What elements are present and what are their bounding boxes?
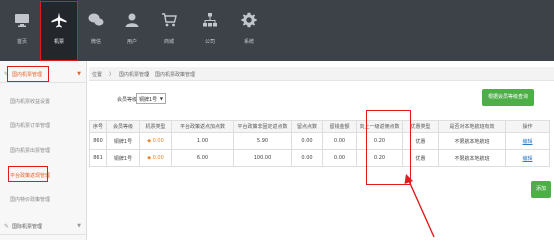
nav-item-user[interactable]: 用户 xyxy=(114,0,150,61)
column-header: 序号 xyxy=(89,120,107,133)
cell-keep-points: 0.00 xyxy=(291,132,323,150)
nav-item-company[interactable]: 公司 xyxy=(192,0,228,61)
select-value: 铜牌1号 xyxy=(139,97,158,103)
column-header: 留点点数 xyxy=(291,120,323,133)
nav-item-system[interactable]: 系统 xyxy=(231,0,267,61)
nav-label: 用户 xyxy=(126,39,137,45)
column-header: 平台政策返点加点数 xyxy=(171,120,234,133)
user-icon xyxy=(124,12,140,28)
nav-label: 首页 xyxy=(16,39,27,45)
cell-keep-points: 0.00 xyxy=(291,149,323,167)
nav-label: 微信 xyxy=(90,39,101,45)
cell-keep-money: 0.00 xyxy=(322,132,357,150)
nav-item-home[interactable]: 首页 xyxy=(4,0,40,61)
column-header: 是否对本地航班有效 xyxy=(438,120,506,133)
cell-id: 860 xyxy=(89,132,107,150)
cell-local-flight: 不限航本地航班 xyxy=(438,149,506,167)
annotation-box-group xyxy=(7,66,49,82)
cell-rebate-add: 1.00 xyxy=(171,132,234,150)
add-button[interactable]: 添加 xyxy=(531,181,551,198)
cell-keep-money: 0.00 xyxy=(322,149,357,167)
cell-id: 861 xyxy=(89,149,107,167)
caret-down-icon: ▼ xyxy=(159,96,163,101)
sidebar-group-international[interactable]: ✎ 国际机票管理 ▼ xyxy=(0,217,87,235)
column-header: 操作 xyxy=(505,120,550,133)
nav-item-wechat[interactable]: 微信 xyxy=(78,0,114,61)
query-by-level-button[interactable]: 根据会员等级查询 xyxy=(482,89,534,106)
policy-table: 序号 会员等级 机票类型 平台政策返点加点数 平台政策非固定返点数 留点点数 留… xyxy=(89,120,550,167)
breadcrumb-separator: 〉 xyxy=(109,72,115,78)
breadcrumb-separator: 〉 xyxy=(147,72,153,78)
column-header: 机票类型 xyxy=(139,120,172,133)
cell-member-level: 铜牌1号 xyxy=(106,149,140,167)
gear-icon xyxy=(241,12,257,28)
sidebar-item-ticket-management[interactable]: 国内机票出票管理 xyxy=(10,147,50,154)
wechat-icon xyxy=(88,12,104,28)
top-navigation: 首页 机票 微信 用户 商城 公司 系统 xyxy=(0,0,554,61)
table-row: 861 铜牌1号 ◆ 0.00 6.00 100.00 0.00 0.00 0.… xyxy=(89,149,550,167)
table-header-row: 序号 会员等级 机票类型 平台政策返点加点数 平台政策非固定返点数 留点点数 留… xyxy=(89,120,550,133)
annotation-box-nav xyxy=(40,1,78,61)
table-row: 860 铜牌1号 ◆ 0.00 1.00 5.90 0.00 0.00 0.20… xyxy=(89,132,550,150)
column-header: 留钱金额 xyxy=(322,120,357,133)
breadcrumb-level1[interactable]: 国内机票管理 xyxy=(119,71,149,78)
breadcrumb-home[interactable]: 位置 xyxy=(92,71,102,78)
edit-link[interactable]: 编辑 xyxy=(505,149,550,167)
nav-label: 系统 xyxy=(243,39,254,45)
nav-item-mall[interactable]: 商城 xyxy=(151,0,187,61)
edit-icon: ✎ xyxy=(4,223,10,230)
cell-rebate-nonfixed: 5.90 xyxy=(233,132,292,150)
annotation-box-subitem xyxy=(8,166,48,182)
nav-label: 公司 xyxy=(204,39,215,45)
edit-link[interactable]: 编辑 xyxy=(505,132,550,150)
member-level-label: 会员等级 xyxy=(117,97,138,103)
nav-label: 商城 xyxy=(163,39,174,45)
sidebar-item-special-policy[interactable]: 国内特价政策管理 xyxy=(10,196,50,203)
cart-icon xyxy=(161,12,177,28)
sidebar-item-order-management[interactable]: 国内机票订单管理 xyxy=(10,122,50,129)
cell-rebate-add: 6.00 xyxy=(171,149,234,167)
org-icon xyxy=(202,12,218,28)
monitor-icon xyxy=(14,12,30,28)
cell-rebate-nonfixed: 100.00 xyxy=(233,149,292,167)
chevron-down-icon: ▼ xyxy=(77,71,81,77)
sidebar-item-profit-settings[interactable]: 国内机票收益设置 xyxy=(10,98,50,105)
sidebar-group-label: 国际机票管理 xyxy=(12,224,43,230)
column-header: 会员等级 xyxy=(106,120,140,133)
cell-ticket-type: ◆ 0.00 xyxy=(139,132,172,150)
cell-member-level: 铜牌1号 xyxy=(106,132,140,150)
column-header: 平台政策非固定返点数 xyxy=(233,120,292,133)
chevron-down-icon: ▼ xyxy=(77,223,81,229)
breadcrumb-level2: 国内机票政策管理 xyxy=(155,72,196,78)
cell-ticket-type: ◆ 0.00 xyxy=(139,149,172,167)
cell-local-flight: 不限航本地航班 xyxy=(438,132,506,150)
member-level-select[interactable]: 铜牌1号 ▼ xyxy=(136,93,166,104)
annotation-box-column xyxy=(366,110,411,185)
breadcrumb: 位置 〉 国内机票管理 〉 国内机票政策管理 xyxy=(89,67,554,81)
